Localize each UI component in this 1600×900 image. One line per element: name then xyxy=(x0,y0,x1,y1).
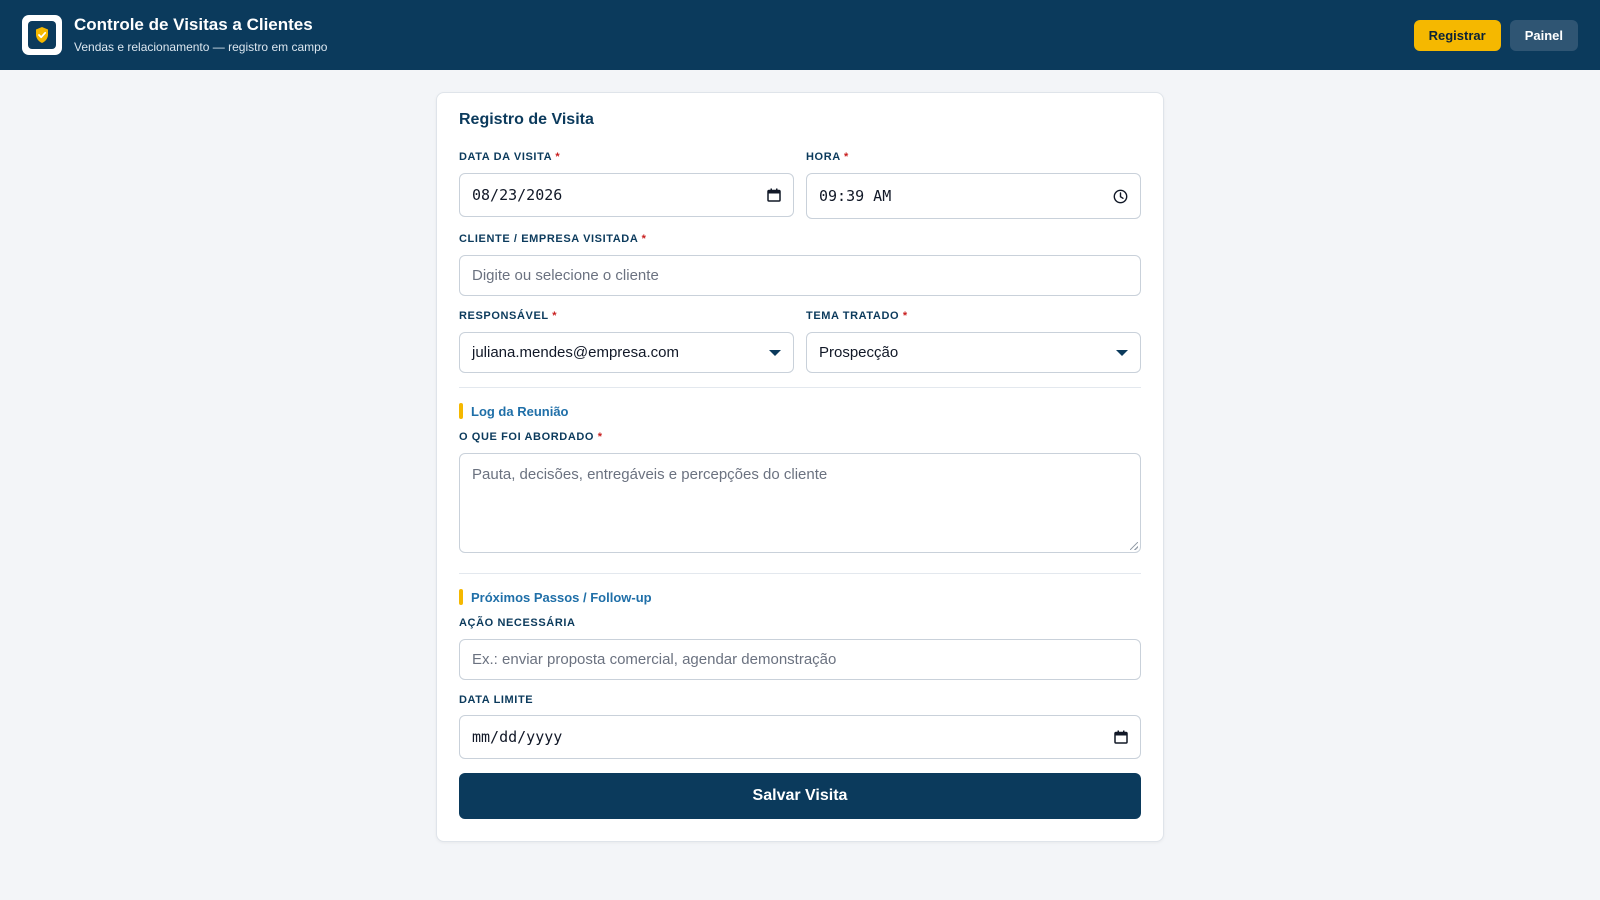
responsible-value: juliana.mendes@empresa.com xyxy=(472,344,679,361)
action-label-text: AÇÃO NECESSÁRIA xyxy=(459,617,576,629)
responsible-select[interactable]: juliana.mendes@empresa.com xyxy=(459,332,794,373)
app-subtitle: Vendas e relacionamento — registro em ca… xyxy=(74,40,328,54)
deadline-input[interactable]: mm/dd/yyyy xyxy=(459,715,1141,759)
save-visit-button[interactable]: Salvar Visita xyxy=(459,773,1141,819)
app-logo xyxy=(22,15,62,55)
required-mark: * xyxy=(902,310,908,322)
visit-date-input[interactable]: 08/23/2026 xyxy=(459,173,794,217)
visit-date-label-text: DATA DA VISITA xyxy=(459,151,552,163)
topic-label-text: TEMA TRATADO xyxy=(806,310,900,322)
next-steps-title-text: Próximos Passos / Follow-up xyxy=(471,589,652,605)
calendar-icon[interactable] xyxy=(1114,730,1128,744)
client-label: CLIENTE / EMPRESA VISITADA * xyxy=(459,233,647,245)
visit-date-label: DATA DA VISITA * xyxy=(459,151,560,163)
discussed-label: O QUE FOI ABORDADO * xyxy=(459,431,603,443)
time-input[interactable]: 09:39 AM xyxy=(806,173,1141,219)
meeting-log-title-text: Log da Reunião xyxy=(471,403,569,419)
topic-value: Prospecção xyxy=(819,344,899,361)
section-divider xyxy=(459,573,1141,574)
chevron-down-icon[interactable] xyxy=(769,349,781,356)
action-label: AÇÃO NECESSÁRIA xyxy=(459,617,576,629)
header-actions: Registrar Painel xyxy=(1413,19,1578,51)
brand: Controle de Visitas a Clientes Vendas e … xyxy=(74,15,327,55)
discussed-label-text: O QUE FOI ABORDADO xyxy=(459,431,595,443)
next-steps-section-title: Próximos Passos / Follow-up xyxy=(459,589,652,605)
topic-select[interactable]: Prospecção xyxy=(806,332,1141,373)
required-mark: * xyxy=(844,151,849,163)
required-mark: * xyxy=(555,151,561,163)
time-label: HORA * xyxy=(806,151,849,163)
topic-label: TEMA TRATADO * xyxy=(806,310,908,322)
chevron-down-icon[interactable] xyxy=(1116,349,1128,356)
time-value: 09:39 AM xyxy=(819,187,892,205)
section-accent-bar xyxy=(459,589,463,605)
deadline-label: DATA LIMITE xyxy=(459,694,533,706)
resize-handle-icon[interactable] xyxy=(1130,542,1138,550)
responsible-label: RESPONSÁVEL * xyxy=(459,310,557,322)
deadline-label-text: DATA LIMITE xyxy=(459,694,534,706)
discussed-textarea[interactable]: Pauta, decisões, entregáveis e percepçõe… xyxy=(459,453,1141,553)
action-placeholder: Ex.: enviar proposta comercial, agendar … xyxy=(472,651,837,668)
shield-check-icon xyxy=(28,21,56,49)
responsible-label-text: RESPONSÁVEL xyxy=(459,310,549,322)
required-mark: * xyxy=(552,310,558,322)
discussed-placeholder: Pauta, decisões, entregáveis e percepçõe… xyxy=(472,466,828,483)
section-accent-bar xyxy=(459,403,463,419)
panel-button[interactable]: Painel xyxy=(1509,19,1578,51)
calendar-icon[interactable] xyxy=(767,188,781,202)
required-mark: * xyxy=(597,431,603,443)
form-title: Registro de Visita xyxy=(459,111,594,128)
deadline-placeholder: mm/dd/yyyy xyxy=(472,728,563,746)
action-input[interactable]: Ex.: enviar proposta comercial, agendar … xyxy=(459,639,1141,680)
client-placeholder: Digite ou selecione o cliente xyxy=(472,267,659,284)
register-button[interactable]: Registrar xyxy=(1413,19,1501,51)
visit-form-card: Registro de Visita DATA DA VISITA * 08/2… xyxy=(436,92,1164,842)
top-bar: Controle de Visitas a Clientes Vendas e … xyxy=(0,0,1600,70)
clock-icon[interactable] xyxy=(1113,189,1128,204)
required-mark: * xyxy=(641,233,647,245)
visit-date-value: 08/23/2026 xyxy=(472,186,563,204)
time-label-text: HORA xyxy=(806,151,841,163)
client-input[interactable]: Digite ou selecione o cliente xyxy=(459,255,1141,296)
app-title: Controle de Visitas a Clientes xyxy=(74,15,313,34)
section-divider xyxy=(459,387,1141,388)
meeting-log-section-title: Log da Reunião xyxy=(459,403,569,419)
client-label-text: CLIENTE / EMPRESA VISITADA xyxy=(459,233,638,245)
